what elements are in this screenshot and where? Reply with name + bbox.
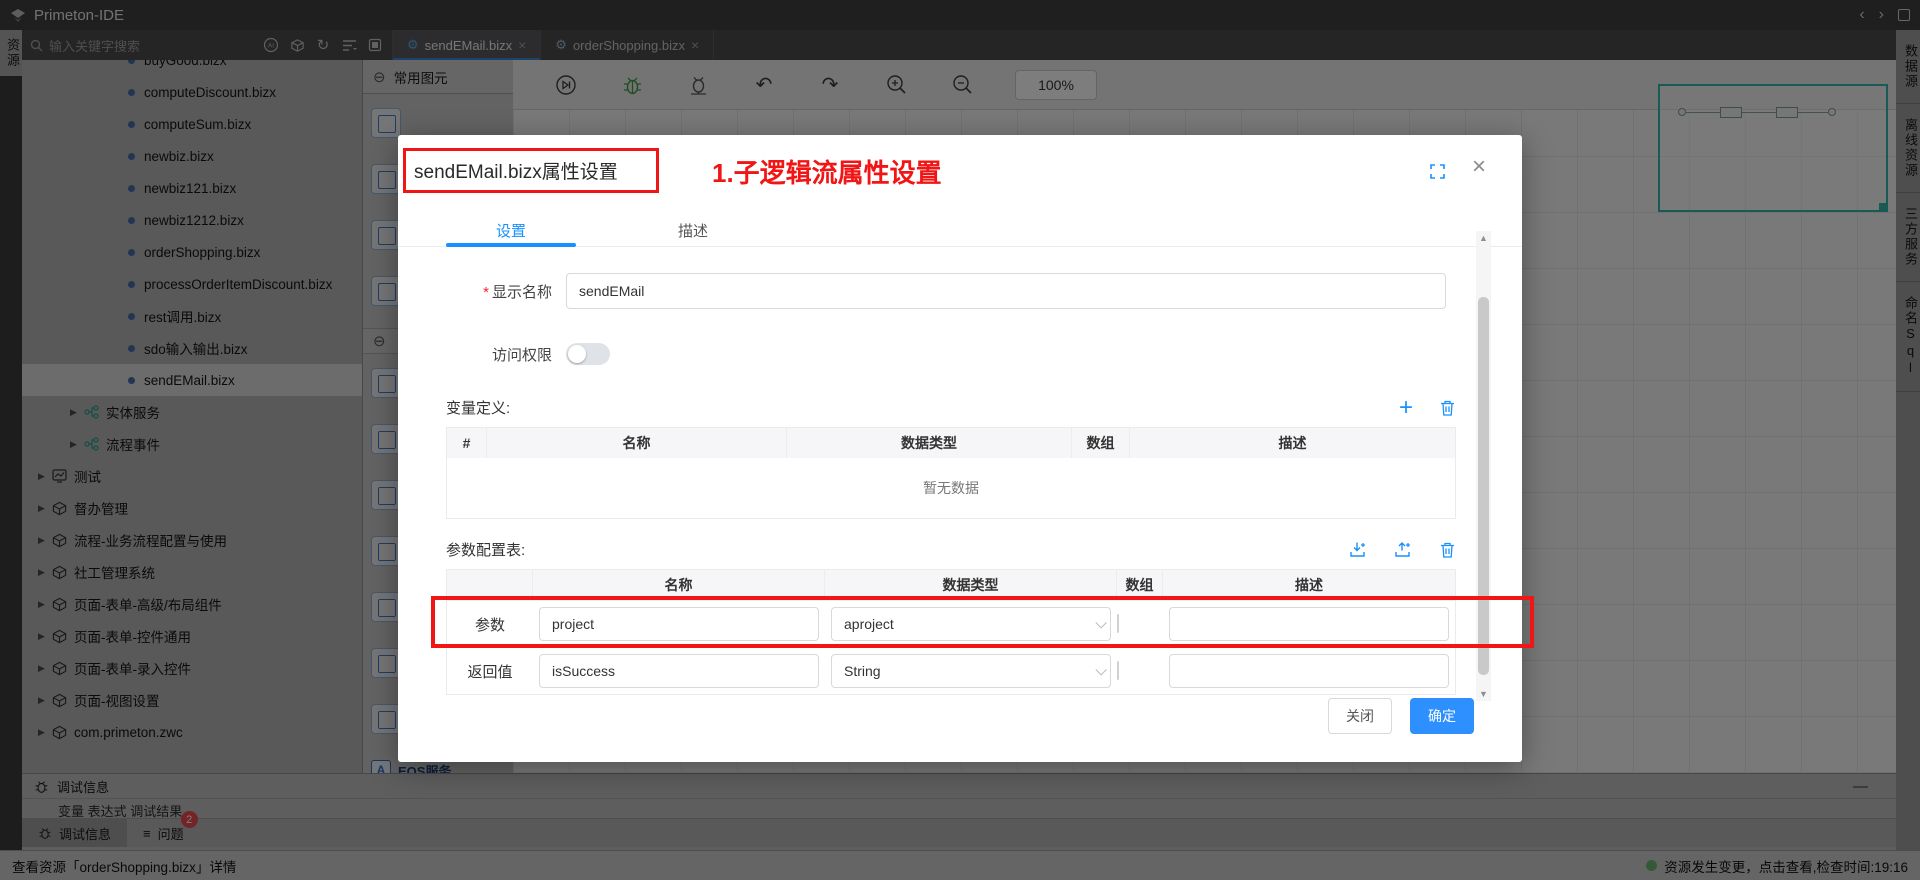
annotation-param-row-box [431,596,1534,648]
empty-placeholder: 暂无数据 [447,458,1455,518]
col-index: # [447,428,487,458]
variables-table: # 名称 数据类型 数组 描述 暂无数据 [446,427,1456,519]
display-name-input[interactable] [566,273,1446,309]
import-params-icon[interactable] [1349,541,1368,559]
param-row-return: 返回值 [447,647,1455,694]
add-variable-icon[interactable]: + [1399,399,1413,417]
col-array: 数组 [1072,428,1130,458]
scroll-up-icon[interactable]: ▲ [1476,233,1491,243]
params-section-header: 参数配置表: [446,539,1456,560]
return-array-checkbox[interactable] [1117,661,1119,680]
access-label: 访问权限 [446,344,566,365]
delete-param-icon[interactable] [1439,541,1456,559]
scroll-down-icon[interactable]: ▼ [1476,689,1491,699]
active-tab-indicator [446,243,576,247]
tab-description[interactable]: 描述 [648,213,738,247]
tab-settings[interactable]: 设置 [446,213,576,247]
return-type-select[interactable] [831,654,1111,688]
display-name-row: *显示名称 [446,273,1456,309]
col-type: 数据类型 [787,428,1072,458]
return-desc-input[interactable] [1169,654,1449,688]
col-desc: 描述 [1130,428,1455,458]
annotation-title-box [403,148,659,193]
params-label: 参数配置表: [446,539,525,560]
vars-section-header: 变量定义: + [446,397,1456,418]
display-name-label: 显示名称 [492,284,552,301]
confirm-button[interactable]: 确定 [1410,698,1474,734]
dialog-footer: 关闭 确定 [1328,698,1474,734]
close-button[interactable]: 关闭 [1328,698,1392,734]
required-asterisk: * [483,284,489,301]
return-name-input[interactable] [539,654,819,688]
export-params-icon[interactable] [1394,541,1413,559]
dialog-tabbar: 设置 描述 [398,213,1522,247]
ide-window: Primeton-IDE ‹ › 资源 输入关键字搜索 AI ↻ [0,0,1920,880]
row-kind-label: 返回值 [447,661,533,682]
access-toggle[interactable] [566,343,610,365]
close-dialog-icon[interactable]: × [1472,153,1486,181]
expand-dialog-icon[interactable] [1429,163,1446,180]
col-name: 名称 [487,428,787,458]
annotation-callout: 1.子逻辑流属性设置 [712,153,942,190]
properties-dialog: sendEMail.bizx属性设置 × 设置 描述 *显示名称 访问权限 变量… [398,135,1522,762]
vars-label: 变量定义: [446,397,510,418]
delete-variable-icon[interactable] [1439,399,1456,417]
access-row: 访问权限 [446,343,1456,365]
